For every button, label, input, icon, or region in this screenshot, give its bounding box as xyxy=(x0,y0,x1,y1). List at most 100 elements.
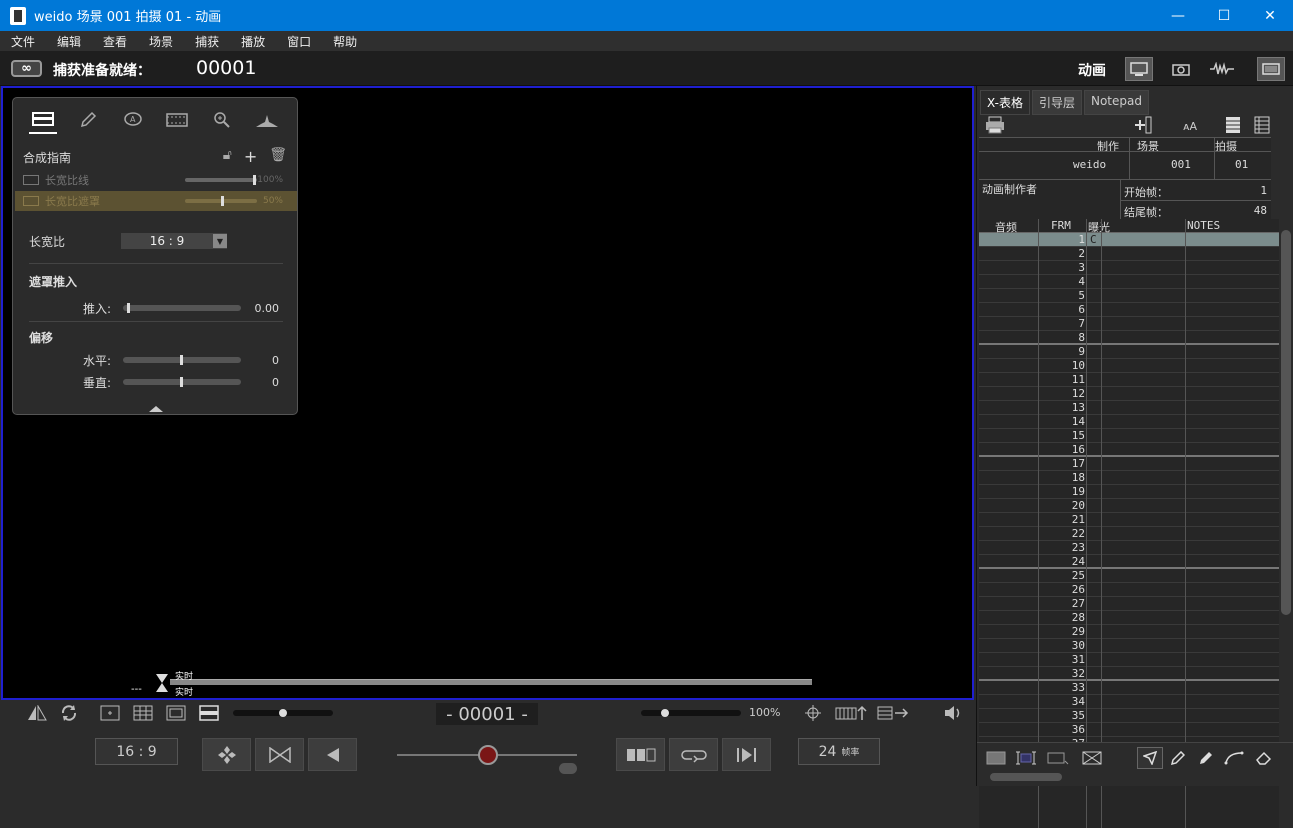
histogram-icon[interactable] xyxy=(253,106,281,134)
camera-icon[interactable] xyxy=(1167,57,1195,81)
table-row[interactable]: 36 xyxy=(979,723,1279,737)
vertical-slider[interactable] xyxy=(123,377,241,387)
table-row[interactable]: 34 xyxy=(979,695,1279,709)
tab-xsheet[interactable]: X-表格 xyxy=(980,90,1030,115)
select-frame-icon[interactable] xyxy=(1013,747,1039,769)
film-icon[interactable] xyxy=(163,106,191,134)
table-row[interactable]: 1C xyxy=(979,233,1279,247)
volume-icon[interactable] xyxy=(942,704,964,722)
table-row[interactable]: 5 xyxy=(979,289,1279,303)
table-row[interactable]: 26 xyxy=(979,583,1279,597)
menu-scene[interactable]: 场景 xyxy=(138,33,184,50)
arrow-cursor-icon[interactable] xyxy=(1137,747,1163,769)
infinity-icon[interactable]: ∞ xyxy=(11,60,42,77)
table-row[interactable]: 13 xyxy=(979,401,1279,415)
diamond-icon[interactable] xyxy=(202,738,251,771)
center-guide-icon[interactable] xyxy=(99,704,121,722)
collapse-panel-icon[interactable] xyxy=(149,406,163,412)
end-frame-value[interactable]: 48 xyxy=(1241,204,1267,217)
window-mode-icon[interactable] xyxy=(1257,57,1285,81)
bowtie-icon[interactable] xyxy=(255,738,304,771)
table-row[interactable]: 20 xyxy=(979,499,1279,513)
list-arrow-icon[interactable] xyxy=(876,704,910,722)
eraser-icon[interactable] xyxy=(1251,747,1277,769)
add-column-icon[interactable] xyxy=(1133,116,1153,138)
curve-tool-icon[interactable] xyxy=(1221,747,1247,769)
opacity-mini-slider[interactable] xyxy=(233,709,333,717)
menu-playback[interactable]: 播放 xyxy=(230,33,276,50)
frame-counter-box[interactable]: - 00001 - xyxy=(436,703,538,725)
letterbox-icon[interactable] xyxy=(198,704,220,722)
toggle-icon[interactable] xyxy=(559,763,577,774)
frame-rate-button[interactable]: 24 帧率 xyxy=(798,738,880,765)
envelope-icon[interactable] xyxy=(1079,747,1105,769)
menu-view[interactable]: 查看 xyxy=(92,33,138,50)
menu-help[interactable]: 帮助 xyxy=(322,33,368,50)
minimize-button[interactable]: — xyxy=(1155,0,1201,31)
add-icon[interactable]: + xyxy=(244,147,257,166)
onion-skin-icon[interactable]: A xyxy=(119,106,147,134)
table-row[interactable]: 2 xyxy=(979,247,1279,261)
marker-tool-icon[interactable] xyxy=(1193,747,1219,769)
xsheet-grid[interactable]: 音频 FRM 曝光 NOTES 1 C 2 3 4 5 6 7 8 9 10 11 12 13 14 15 16… xyxy=(979,219,1279,828)
maximize-button[interactable]: ☐ xyxy=(1201,0,1247,31)
push-slider[interactable] xyxy=(123,303,241,313)
table-row[interactable]: 10 xyxy=(979,359,1279,373)
monitor-icon[interactable] xyxy=(1125,57,1153,81)
exposure-cell[interactable]: C xyxy=(1090,233,1097,247)
table-row[interactable]: 14 xyxy=(979,415,1279,429)
frame-arrow-icon[interactable] xyxy=(1045,747,1071,769)
table-row[interactable]: 3 xyxy=(979,261,1279,275)
trash-icon[interactable]: 🗑︎ xyxy=(269,147,287,166)
table-row[interactable]: 6 xyxy=(979,303,1279,317)
table-row[interactable]: 11 xyxy=(979,373,1279,387)
table-row[interactable]: 17 xyxy=(979,457,1279,471)
guide-row-aspect-lines[interactable]: 长宽比线 100% xyxy=(15,170,297,190)
table-row[interactable]: 12 xyxy=(979,387,1279,401)
guide-row-aspect-mask[interactable]: 长宽比遮罩 50% xyxy=(15,191,297,211)
table-row[interactable]: 27 xyxy=(979,597,1279,611)
table-row[interactable]: 31 xyxy=(979,653,1279,667)
start-frame-value[interactable]: 1 xyxy=(1249,184,1267,197)
aspect-ratio-button[interactable]: 16 : 9 xyxy=(95,738,178,765)
rotate-icon[interactable] xyxy=(58,704,80,722)
record-knob[interactable] xyxy=(478,745,498,765)
menu-window[interactable]: 窗口 xyxy=(276,33,322,50)
table-row[interactable]: 28 xyxy=(979,611,1279,625)
play-to-end-icon[interactable] xyxy=(722,738,771,771)
font-size-icon[interactable]: ᴀA xyxy=(1183,120,1197,133)
frame-blocks-icon[interactable] xyxy=(616,738,665,771)
flip-icon[interactable] xyxy=(26,704,48,722)
menu-edit[interactable]: 编辑 xyxy=(46,33,92,50)
pencil-icon[interactable] xyxy=(74,106,102,134)
table-row[interactable]: 16 xyxy=(979,443,1279,457)
table-row[interactable]: 32 xyxy=(979,667,1279,681)
safe-area-icon[interactable] xyxy=(165,704,187,722)
table-row[interactable]: 4 xyxy=(979,275,1279,289)
crosshair-icon[interactable] xyxy=(803,704,823,722)
table-row[interactable]: 23 xyxy=(979,541,1279,555)
timeline-bar[interactable] xyxy=(170,679,812,685)
play-reverse-icon[interactable] xyxy=(308,738,357,771)
loop-icon[interactable] xyxy=(669,738,718,771)
grid-view-icon[interactable] xyxy=(1225,116,1241,138)
tab-guides[interactable]: 引导层 xyxy=(1031,90,1082,115)
table-row[interactable]: 33 xyxy=(979,681,1279,695)
pencil-tool-icon[interactable] xyxy=(1165,747,1191,769)
table-row[interactable]: 24 xyxy=(979,555,1279,569)
take-value[interactable]: 01 xyxy=(1235,158,1248,171)
table-row[interactable]: 35 xyxy=(979,709,1279,723)
table-row[interactable]: 7 xyxy=(979,317,1279,331)
table-row[interactable]: 8 xyxy=(979,331,1279,345)
table-row[interactable]: 19 xyxy=(979,485,1279,499)
table-row[interactable]: 9 xyxy=(979,345,1279,359)
menu-capture[interactable]: 捕获 xyxy=(184,33,230,50)
guide-opacity-slider[interactable] xyxy=(185,196,257,206)
chevron-down-icon[interactable]: ▼ xyxy=(213,234,227,248)
grid-icon[interactable] xyxy=(132,704,154,722)
waveform-icon[interactable] xyxy=(1208,57,1236,81)
tab-notepad[interactable]: Notepad xyxy=(1083,90,1149,115)
list-view-icon[interactable] xyxy=(1254,116,1270,138)
table-row[interactable]: 21 xyxy=(979,513,1279,527)
scene-value[interactable]: 001 xyxy=(1171,158,1191,171)
